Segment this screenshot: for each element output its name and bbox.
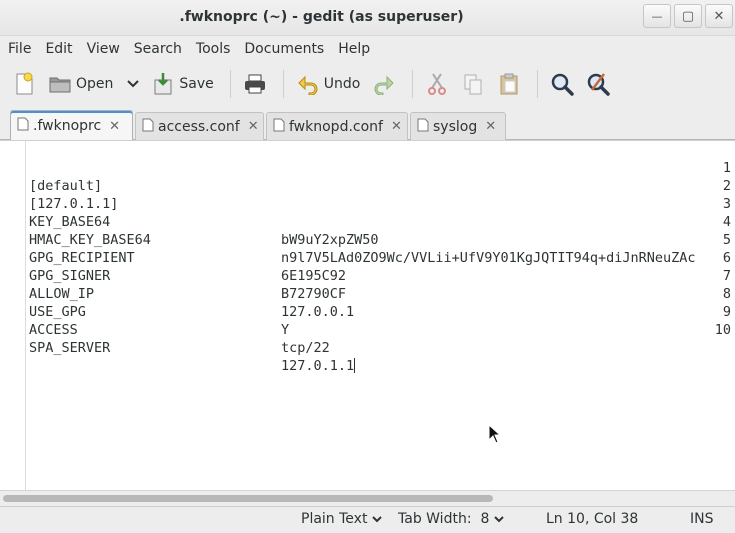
- editor-line: 2 [127.0.1.1]: [0, 159, 735, 212]
- tab-label: .fwknoprc: [33, 118, 102, 134]
- tab-width-label: Tab Width: 8: [398, 511, 490, 527]
- find-replace-button[interactable]: [582, 68, 614, 100]
- editor-line: 5 GPG_RECIPIENT 6E195C92: [0, 213, 735, 284]
- tab-access-conf[interactable]: access.conf ✕: [135, 112, 264, 140]
- cut-button[interactable]: [421, 68, 453, 100]
- undo-label: Undo: [323, 76, 361, 92]
- line-value-current: 127.0.1.1: [281, 357, 356, 375]
- editor-line: 1 [default]: [0, 141, 735, 194]
- redo-button[interactable]: [368, 68, 400, 100]
- document-icon: [17, 117, 29, 135]
- editor-line: 9 ACCESS tcp/22: [0, 285, 735, 356]
- undo-icon: [296, 72, 320, 96]
- save-icon: [151, 72, 175, 96]
- window-title: .fwknoprc (~) - gedit (as superuser): [179, 9, 464, 25]
- editor-line: 4 HMAC_KEY_BASE64 n9l7V5LAd0ZO9Wc/VVLii+…: [0, 195, 735, 266]
- toolbar-separator: [282, 70, 284, 98]
- title-bar: .fwknoprc (~) - gedit (as superuser) — ▢…: [0, 0, 735, 36]
- line-key: SPA_SERVER: [29, 340, 111, 356]
- menu-edit[interactable]: Edit: [45, 41, 72, 57]
- status-bar: Plain Text Tab Width: 8 Ln 10, Col 38 IN…: [0, 506, 735, 533]
- editor-line: 6 GPG_SIGNER B72790CF: [0, 231, 735, 302]
- paste-button[interactable]: [493, 68, 525, 100]
- minimize-button[interactable]: —: [643, 4, 671, 28]
- search-icon: [550, 72, 575, 96]
- chevron-down-icon: [372, 513, 383, 526]
- line-value: Y: [281, 322, 290, 338]
- menu-file[interactable]: File: [8, 41, 31, 57]
- editor-line: 7 ALLOW_IP 127.0.0.1: [0, 249, 735, 320]
- save-label: Save: [179, 76, 214, 92]
- printer-icon: [243, 72, 267, 96]
- close-tab-icon[interactable]: ✕: [485, 119, 496, 134]
- line-value: tcp/22: [281, 340, 330, 356]
- print-button[interactable]: [239, 68, 271, 100]
- editor-line: 10 SPA_SERVER 127.0.1.1: [0, 303, 735, 374]
- line-key: ACCESS: [29, 322, 78, 338]
- tab-width-selector[interactable]: Tab Width: 8: [398, 511, 505, 527]
- close-tab-icon[interactable]: ✕: [109, 119, 120, 134]
- close-tab-icon[interactable]: ✕: [248, 119, 259, 134]
- toolbar-separator: [537, 70, 539, 98]
- copy-icon: [461, 72, 485, 96]
- menu-search[interactable]: Search: [134, 41, 182, 57]
- tab-fwknoprc[interactable]: .fwknoprc ✕: [10, 110, 133, 141]
- close-tab-icon[interactable]: ✕: [391, 119, 402, 134]
- menu-help[interactable]: Help: [338, 41, 370, 57]
- line-number: 10: [714, 322, 731, 338]
- tab-label: fwknopd.conf: [289, 118, 383, 135]
- text-caret: [354, 358, 356, 373]
- tab-label: syslog: [433, 118, 478, 135]
- line-value: 127.0.1.1: [281, 358, 355, 374]
- menu-bar: File Edit View Search Tools Documents He…: [0, 36, 735, 61]
- document-tabs: .fwknoprc ✕ access.conf ✕ fwknopd.conf ✕…: [0, 110, 735, 141]
- copy-button[interactable]: [457, 68, 489, 100]
- editor-line: 8 USE_GPG Y: [0, 267, 735, 338]
- maximize-button[interactable]: ▢: [674, 4, 702, 28]
- close-window-button[interactable]: ✕: [705, 4, 733, 28]
- tab-label: access.conf: [158, 118, 240, 135]
- cursor-position: Ln 10, Col 38: [546, 511, 639, 527]
- open-button[interactable]: Open: [44, 68, 143, 100]
- menu-documents[interactable]: Documents: [244, 41, 324, 57]
- folder-icon: [48, 72, 72, 96]
- menu-view[interactable]: View: [87, 41, 120, 57]
- document-icon: [417, 118, 429, 136]
- undo-button[interactable]: Undo: [292, 68, 365, 100]
- close-icon: ✕: [713, 8, 725, 24]
- chevron-down-icon: [494, 513, 505, 526]
- menu-tools[interactable]: Tools: [196, 41, 231, 57]
- new-document-icon: [12, 72, 36, 96]
- scrollbar-thumb[interactable]: [3, 495, 493, 502]
- find-button[interactable]: [546, 68, 578, 100]
- editor-line: 3 KEY_BASE64 bW9uY2xpZW50: [0, 177, 735, 248]
- tab-fwknopd-conf[interactable]: fwknopd.conf ✕: [266, 112, 408, 140]
- save-button[interactable]: Save: [147, 68, 217, 100]
- find-replace-icon: [586, 72, 611, 96]
- mouse-pointer-icon: [488, 423, 502, 448]
- new-document-button[interactable]: [8, 68, 40, 100]
- toolbar: Open Save Undo: [0, 62, 735, 106]
- language-selector[interactable]: Plain Text: [301, 511, 383, 527]
- toolbar-separator: [229, 70, 231, 98]
- horizontal-scrollbar[interactable]: [0, 490, 735, 506]
- paste-icon: [497, 72, 521, 96]
- toolbar-separator: [412, 70, 414, 98]
- language-label: Plain Text: [301, 511, 368, 527]
- text-editor[interactable]: 1 [default] 2 [127.0.1.1] 3 KEY_BASE64 b…: [0, 140, 735, 491]
- chevron-down-icon[interactable]: [127, 77, 140, 91]
- maximize-icon: ▢: [681, 8, 695, 24]
- open-label: Open: [76, 76, 114, 92]
- redo-icon: [372, 72, 396, 96]
- insert-mode: INS: [690, 511, 714, 527]
- minimize-icon: —: [651, 9, 663, 23]
- tab-syslog[interactable]: syslog ✕: [410, 112, 506, 140]
- document-icon: [273, 118, 285, 136]
- scissors-icon: [425, 72, 449, 96]
- document-icon: [142, 118, 154, 136]
